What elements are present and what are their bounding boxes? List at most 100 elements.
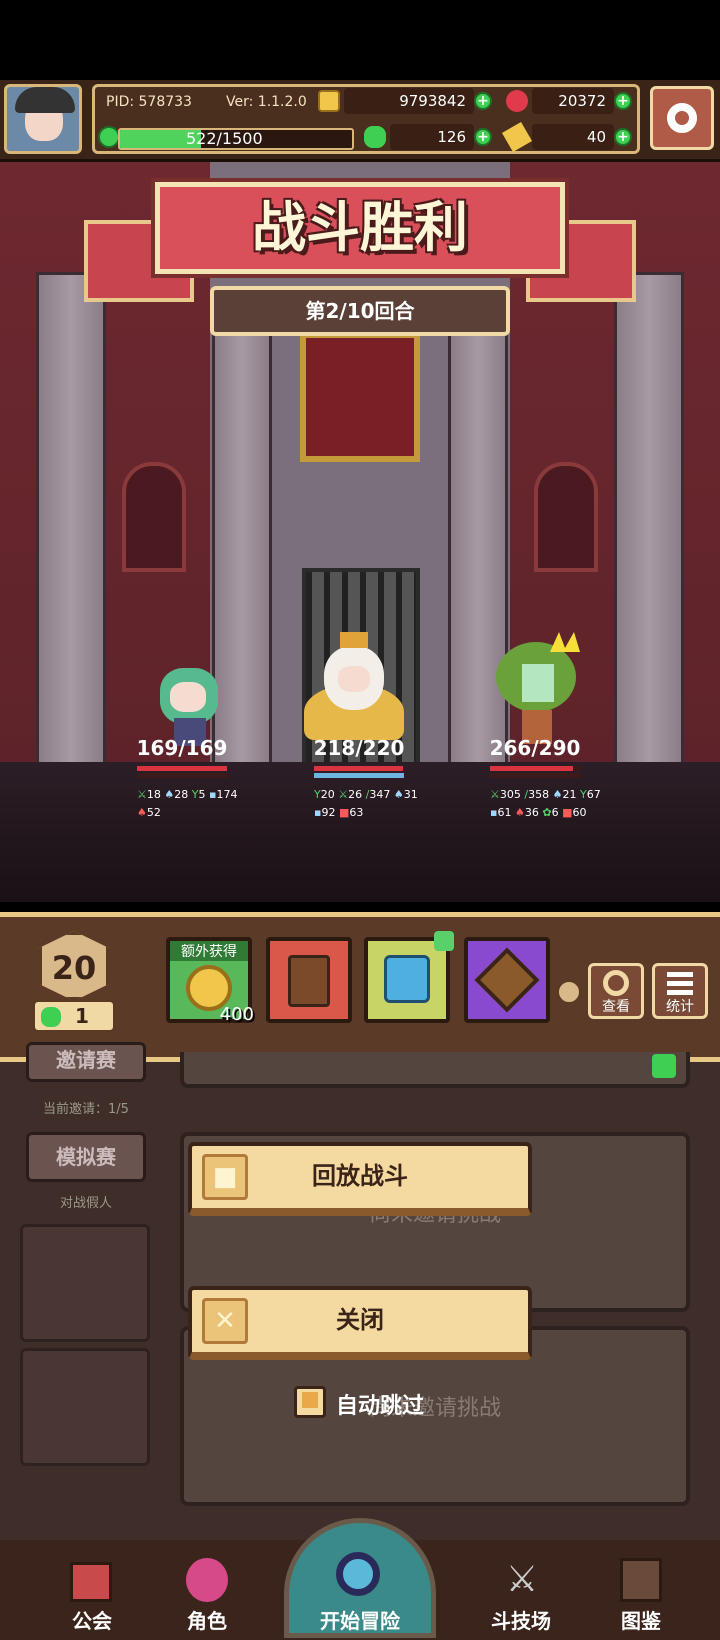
reward-relic-tile[interactable] — [464, 937, 550, 1023]
replay-battle-button[interactable]: ■ 回放战斗 — [188, 1142, 532, 1216]
stats-label: 统计 — [666, 999, 694, 1015]
view-label: 查看 — [602, 999, 630, 1015]
nav-role[interactable]: 角色 — [152, 1540, 262, 1640]
hero-3-mp-bar — [490, 773, 580, 778]
avatar[interactable] — [4, 84, 82, 154]
hero-3-stat-dmg: 36 — [524, 806, 539, 819]
pillar-left — [36, 272, 106, 792]
simulation-match-label: 模拟赛 — [56, 1145, 116, 1169]
side-slot-2 — [20, 1348, 150, 1466]
guild-icon — [70, 1562, 112, 1602]
relic-icon — [474, 947, 540, 1013]
close-icon: ✕ — [202, 1298, 248, 1344]
nav-guild-label: 公会 — [72, 1609, 112, 1633]
invite-match-button[interactable]: 邀请赛 — [26, 1042, 146, 1082]
auto-skip-checkbox[interactable] — [294, 1386, 326, 1418]
close-label: 关闭 — [336, 1306, 384, 1334]
hero-2-stats: 218/220 Y20 ⚔26 /347 ♠31 ▪92 ■63 — [294, 736, 424, 819]
hero-1-stat-row-2: ♠52 — [137, 806, 247, 819]
hero-2-stat-row-2: ▪92 ■63 — [314, 806, 424, 819]
gem-icon — [506, 90, 528, 112]
add-gold-button[interactable]: + — [474, 92, 492, 110]
magnifier-icon — [336, 1552, 380, 1596]
hero-3-stat-heal: 67 — [586, 788, 601, 801]
reward-bar: 20 1 额外获得 400 查看 统计 — [0, 912, 720, 1062]
nav-codex-label: 图鉴 — [621, 1609, 661, 1633]
hero-2-hp-fill — [314, 766, 404, 771]
clover-value: 126 — [437, 128, 466, 146]
coin-amount: 400 — [219, 1004, 254, 1025]
clover-count-box: 1 — [32, 999, 116, 1033]
view-button[interactable]: 查看 — [588, 963, 644, 1019]
hero-3-stat-buff: 6 — [551, 806, 559, 819]
system-status-bar — [0, 0, 720, 80]
hero-2-mp-bar — [314, 773, 404, 778]
gem-counter: 20372 — [532, 88, 614, 114]
settings-button[interactable] — [650, 86, 714, 150]
buff-icon: ✿ — [542, 806, 552, 819]
stats-button[interactable]: 统计 — [652, 963, 708, 1019]
clover-counter: 126 — [390, 124, 474, 150]
simulation-match-button[interactable]: 模拟赛 — [26, 1132, 146, 1182]
close-button[interactable]: ✕ 关闭 — [188, 1286, 532, 1360]
nav-arena-label: 斗技场 — [491, 1609, 551, 1633]
ticket-value: 40 — [586, 128, 606, 146]
round-indicator: 第2/10回合 — [210, 286, 510, 336]
new-badge-icon — [434, 931, 454, 951]
heal-icon: Y — [314, 788, 321, 801]
hero-3-stat-atk: 305 — [499, 788, 521, 801]
hero-3-stat-flag: 60 — [572, 806, 587, 819]
flag-icon: ■ — [338, 806, 350, 819]
side-slot-1 — [20, 1224, 150, 1342]
gold-counter: 9793842 — [344, 88, 474, 114]
hero-2-stat-sword: 347 — [369, 788, 391, 801]
hero-1-stat-def: 174 — [216, 788, 238, 801]
hero-3-stat-sword: 358 — [528, 788, 550, 801]
nav-role-label: 角色 — [187, 1609, 227, 1633]
camera-icon: ■ — [202, 1154, 248, 1200]
pid-text: PID: 578733 — [106, 94, 192, 110]
nav-codex[interactable]: 图鉴 — [586, 1540, 696, 1640]
add-ticket-button[interactable]: + — [614, 128, 632, 146]
nav-adventure-label: 开始冒险 — [320, 1609, 400, 1633]
hero-3-hp: 266/290 — [489, 736, 581, 760]
nav-guild[interactable]: 公会 — [34, 1540, 150, 1640]
hero-2-stat-atk: 26 — [348, 788, 363, 801]
hero-1-mp-bar — [137, 773, 227, 778]
hero-tree-spirit[interactable] — [492, 632, 584, 746]
challenge-card-2-status: 尚未邀请挑战 — [368, 1396, 501, 1421]
add-gem-button[interactable]: + — [614, 92, 632, 110]
hero-2-stat-def: 92 — [321, 806, 336, 819]
hero-2-hp: 218/220 — [313, 736, 405, 760]
reward-armor-tile[interactable] — [364, 931, 454, 1023]
character-icon — [186, 1558, 228, 1602]
hero-1-hp-bar — [137, 766, 227, 771]
exp-text: 522/1500 — [186, 129, 263, 148]
exp-clover-icon — [98, 126, 120, 148]
clover-icon — [364, 126, 386, 148]
reward-coin-tile[interactable]: 额外获得 400 — [166, 937, 254, 1025]
hero-bunny-girl[interactable] — [146, 648, 232, 748]
hero-queen[interactable] — [304, 632, 404, 742]
reward-shield-tile[interactable] — [266, 937, 352, 1023]
heal-icon: Y — [579, 788, 587, 801]
hero-3-stat-def: 61 — [497, 806, 512, 819]
damage-icon: ♠ — [137, 806, 147, 819]
hero-2-stat-mag: 31 — [403, 788, 418, 801]
gold-coin-icon — [318, 90, 340, 112]
attack-icon: ⚔ — [338, 788, 349, 801]
hero-3-stat-row-2: ▪61 ♠36 ✿6 ■60 — [490, 806, 610, 819]
top-card-fragment — [180, 1052, 690, 1088]
auto-skip-label: 自动跳过 — [336, 1394, 425, 1419]
hero-2-stat-row-1: Y20 ⚔26 /347 ♠31 — [314, 788, 434, 801]
magnifier-icon — [603, 970, 629, 996]
nav-arena[interactable]: ⚔ 斗技场 — [466, 1540, 576, 1640]
add-clover-button[interactable]: + — [474, 128, 492, 146]
wall-emblem — [300, 332, 420, 462]
clover-icon — [41, 1007, 61, 1027]
book-icon — [620, 1558, 662, 1602]
hero-1-stat-row-1: ⚔18 ♠28 Y5 ▪174 — [137, 788, 247, 801]
nav-adventure[interactable]: 开始冒险 — [270, 1518, 450, 1640]
arena-panel: 邀请赛 当前邀请：1/5 模拟赛 对战假人 尚未邀请挑战 尚未邀请挑战 ■ 回放… — [0, 1042, 720, 1540]
bottom-nav: 公会 角色 开始冒险 ⚔ 斗技场 图鉴 — [0, 1518, 720, 1640]
